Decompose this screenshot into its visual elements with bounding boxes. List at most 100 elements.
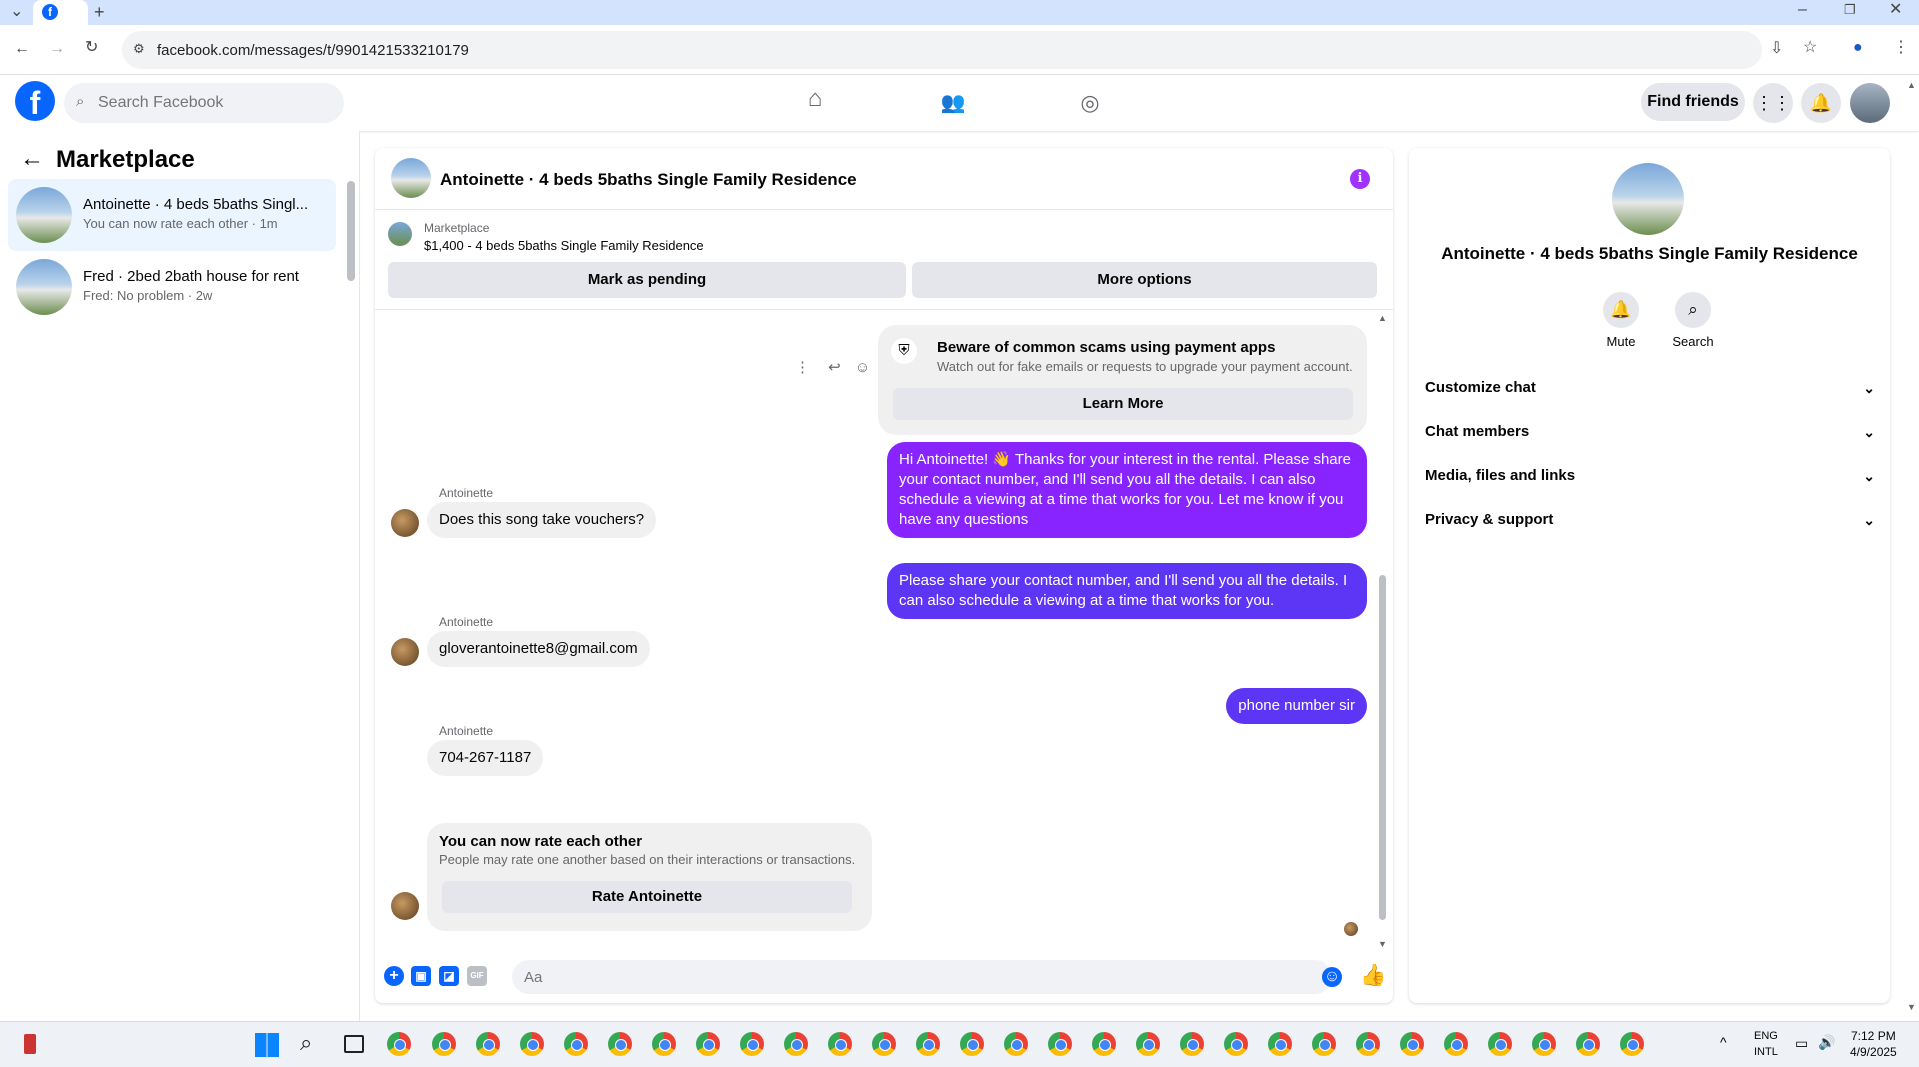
like-icon[interactable]: 👍 [1360, 964, 1386, 988]
mute-button[interactable]: 🔔 Mute [1591, 292, 1651, 349]
incoming-message[interactable]: gloverantoinette8@gmail.com [427, 631, 650, 667]
omnibox[interactable]: ⚙ facebook.com/messages/t/99014215332101… [122, 31, 1762, 69]
listing-thumbnail[interactable] [391, 158, 431, 198]
site-info-icon[interactable]: ⚙ [133, 42, 145, 55]
outgoing-message[interactable]: Hi Antoinette! 👋 Thanks for your interes… [887, 442, 1367, 538]
volume-icon[interactable]: 🔊 [1818, 1034, 1835, 1051]
mark-as-pending-button[interactable]: Mark as pending [388, 262, 906, 298]
scrollbar-thumb[interactable] [1379, 575, 1386, 920]
chrome-app-icon[interactable] [1312, 1032, 1336, 1056]
more-icon[interactable]: ⋮ [795, 359, 810, 376]
back-icon[interactable]: ← [14, 41, 30, 57]
more-options-button[interactable]: More options [912, 262, 1377, 298]
search-input[interactable] [98, 83, 328, 123]
info-icon[interactable]: i [1350, 169, 1370, 189]
rate-antoinette-button[interactable]: Rate Antoinette [442, 881, 852, 913]
find-friends-button[interactable]: Find friends [1641, 83, 1745, 121]
chrome-app-icon[interactable] [652, 1032, 676, 1056]
page-scrollbar[interactable]: ▲ ▼ [1905, 80, 1919, 1015]
bookmark-star-icon[interactable]: ☆ [1803, 40, 1817, 56]
chrome-app-icon[interactable] [1224, 1032, 1248, 1056]
bell-icon[interactable]: 🔔 [1801, 83, 1841, 123]
sender-avatar[interactable] [391, 509, 419, 537]
chrome-app-icon[interactable] [1356, 1032, 1380, 1056]
forward-icon[interactable]: → [49, 41, 65, 57]
conversation-item[interactable]: Antoinette · 4 beds 5baths Singl... You … [8, 179, 336, 251]
facebook-search[interactable]: ⌕ [64, 83, 344, 123]
chrome-app-icon[interactable] [1532, 1032, 1556, 1056]
chrome-app-icon[interactable] [564, 1032, 588, 1056]
tray-chevron-icon[interactable]: ^ [1720, 1034, 1727, 1050]
chrome-app-icon[interactable] [387, 1032, 411, 1056]
customize-chat-row[interactable]: Customize chat ⌄ [1425, 370, 1875, 406]
chat-members-row[interactable]: Chat members ⌄ [1425, 414, 1875, 450]
browser-tab-active[interactable]: f [33, 0, 88, 25]
chrome-app-icon[interactable] [608, 1032, 632, 1056]
chrome-app-icon[interactable] [960, 1032, 984, 1056]
minimize-icon[interactable]: – [1798, 2, 1807, 18]
facebook-logo-icon[interactable]: f [15, 81, 55, 121]
sender-avatar[interactable] [391, 638, 419, 666]
listing-thumbnail[interactable] [1612, 163, 1684, 235]
network-icon[interactable]: ▭ [1795, 1035, 1808, 1052]
chrome-app-icon[interactable] [740, 1032, 764, 1056]
sender-avatar[interactable] [391, 892, 419, 920]
media-files-links-row[interactable]: Media, files and links ⌄ [1425, 458, 1875, 494]
chrome-app-icon[interactable] [828, 1032, 852, 1056]
chrome-app-icon[interactable] [1048, 1032, 1072, 1056]
message-input[interactable] [512, 960, 1332, 994]
scroll-up-icon[interactable]: ▲ [1907, 80, 1916, 90]
task-view-icon[interactable] [344, 1035, 364, 1053]
gif-icon[interactable]: GIF [467, 966, 487, 986]
chrome-app-icon[interactable] [1444, 1032, 1468, 1056]
system-clock[interactable]: 7:12 PM 4/9/2025 [1850, 1028, 1897, 1060]
search-button[interactable]: ⌕ Search [1663, 292, 1723, 349]
account-avatar[interactable] [1850, 83, 1890, 123]
new-tab-icon[interactable]: + [94, 3, 105, 21]
scroll-up-icon[interactable]: ▲ [1378, 313, 1387, 323]
photo-icon[interactable]: ▣ [411, 966, 431, 986]
grid-menu-icon[interactable]: ⋮⋮ [1753, 83, 1793, 123]
conversation-item[interactable]: Fred · 2bed 2bath house for rent Fred: N… [8, 251, 336, 323]
learn-more-button[interactable]: Learn More [893, 388, 1353, 420]
incoming-message[interactable]: 704-267-1187 [427, 740, 544, 776]
emoji-icon[interactable]: ☺ [1322, 967, 1342, 987]
listing-title[interactable]: $1,400 - 4 beds 5baths Single Family Res… [424, 238, 704, 253]
chrome-app-icon[interactable] [1004, 1032, 1028, 1056]
emoji-react-icon[interactable]: ☺ [855, 359, 870, 376]
plus-icon[interactable]: + [384, 966, 404, 986]
chrome-app-icon[interactable] [1268, 1032, 1292, 1056]
sticker-icon[interactable]: ◪ [439, 966, 459, 986]
url-text[interactable]: facebook.com/messages/t/9901421533210179 [157, 42, 469, 59]
scroll-down-icon[interactable]: ▼ [1907, 1002, 1916, 1012]
chrome-app-icon[interactable] [432, 1032, 456, 1056]
start-icon[interactable] [255, 1033, 279, 1057]
widget-icon[interactable] [24, 1034, 36, 1054]
outgoing-message[interactable]: Please share your contact number, and I'… [887, 563, 1367, 619]
outgoing-message[interactable]: phone number sir [1226, 688, 1367, 724]
chrome-menu-icon[interactable]: ⋮ [1893, 40, 1909, 56]
chrome-app-icon[interactable] [696, 1032, 720, 1056]
chrome-app-icon[interactable] [1136, 1032, 1160, 1056]
chrome-app-icon[interactable] [872, 1032, 896, 1056]
home-icon[interactable]: ⌂ [795, 85, 835, 121]
tab-list-icon[interactable]: ⌄ [10, 4, 23, 20]
language-indicator[interactable]: ENG INTL [1754, 1028, 1778, 1060]
restore-icon[interactable]: ❐ [1844, 3, 1856, 16]
chrome-app-icon[interactable] [784, 1032, 808, 1056]
scroll-down-icon[interactable]: ▼ [1378, 939, 1387, 949]
chrome-app-icon[interactable] [916, 1032, 940, 1056]
list-scrollbar[interactable] [347, 181, 355, 281]
profile-icon[interactable]: ● [1853, 40, 1863, 56]
chat-scrollbar[interactable]: ▲ ▼ [1378, 313, 1387, 953]
chat-title[interactable]: Antoinette · 4 beds 5baths Single Family… [440, 170, 857, 190]
search-taskbar-icon[interactable]: ⌕ [300, 1030, 312, 1056]
close-window-icon[interactable]: ✕ [1889, 2, 1902, 18]
chrome-app-icon[interactable] [1620, 1032, 1644, 1056]
chrome-app-icon[interactable] [1400, 1032, 1424, 1056]
chrome-app-icon[interactable] [1092, 1032, 1116, 1056]
friends-icon[interactable]: 👥 [933, 85, 973, 121]
chrome-app-icon[interactable] [520, 1032, 544, 1056]
reply-icon[interactable]: ↩ [828, 359, 841, 376]
incoming-message[interactable]: Does this song take vouchers? [427, 502, 657, 538]
